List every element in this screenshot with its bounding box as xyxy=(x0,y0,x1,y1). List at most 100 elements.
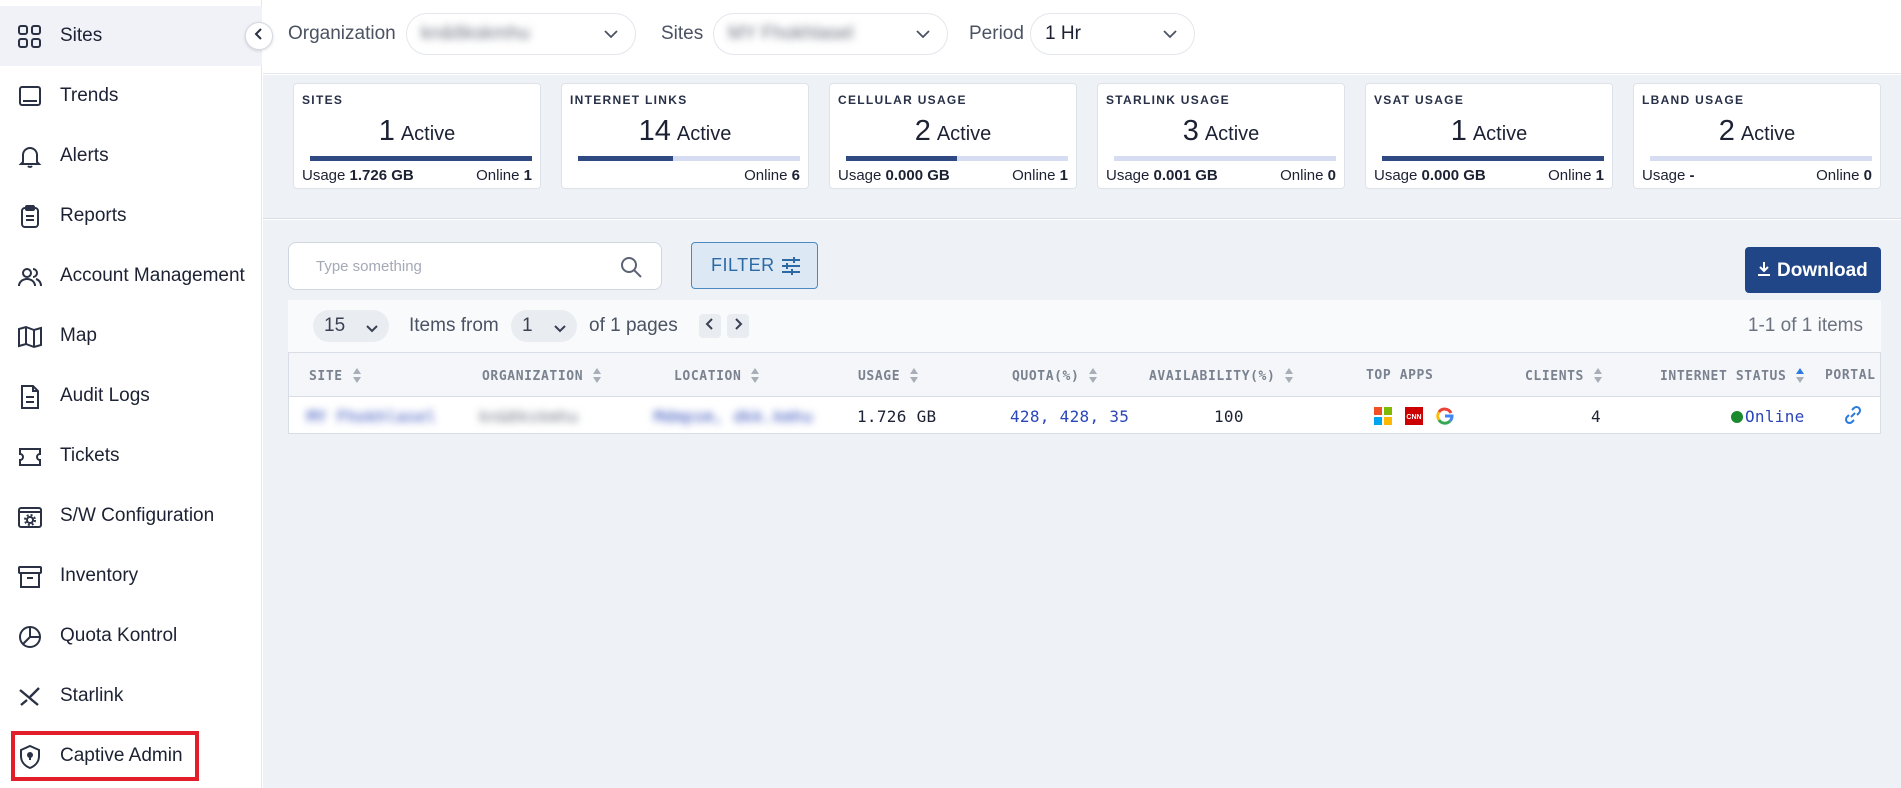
items-range: 1-1 of 1 items xyxy=(1747,315,1863,336)
column-header-quota[interactable]: QUOTA(%) xyxy=(1012,368,1098,384)
period-select[interactable]: 1 Hr xyxy=(1030,13,1195,55)
items-from-label: Items from xyxy=(409,315,499,336)
online-value: 1 xyxy=(523,167,532,184)
card-progress-fill xyxy=(310,156,532,161)
card-usage: Usage 0.000 GB xyxy=(838,167,950,184)
page-select[interactable]: 1 xyxy=(511,310,577,342)
card-unit: Active xyxy=(400,123,456,145)
card-unit: Active xyxy=(676,123,732,145)
column-label: AVAILABILITY(%) xyxy=(1149,368,1276,384)
page-size-select[interactable]: 15 xyxy=(313,310,389,342)
column-header-clients[interactable]: CLIENTS xyxy=(1525,368,1603,384)
card-progress-bar xyxy=(578,156,800,161)
online-value: 0 xyxy=(1863,167,1872,184)
column-header-organization[interactable]: ORGANIZATION xyxy=(482,368,602,384)
card-online: Online 1 xyxy=(1548,167,1604,184)
card-unit: Active xyxy=(1472,123,1528,145)
sidebar-item-sw-configuration[interactable]: S/W Configuration xyxy=(0,486,262,546)
cell-location[interactable]: Mdmpsm, dkk.kmhu xyxy=(654,407,813,426)
next-page-button[interactable] xyxy=(727,314,749,338)
search-input[interactable] xyxy=(290,244,590,288)
prev-page-button[interactable] xyxy=(699,314,721,338)
cell-organization: kn&6kskmhu xyxy=(479,407,579,426)
sidebar-item-label: Reports xyxy=(60,205,127,226)
card-footer: Usage 0.000 GB Online 1 xyxy=(838,167,1068,184)
usage-value: 1.726 GB xyxy=(349,167,414,184)
sidebar-item-label: Account Management xyxy=(60,265,245,286)
download-icon xyxy=(1757,261,1771,283)
of-pages-label: of 1 pages xyxy=(589,315,678,336)
column-header-availability[interactable]: AVAILABILITY(%) xyxy=(1149,368,1294,384)
download-button[interactable]: Download xyxy=(1745,247,1881,293)
chevron-down-icon xyxy=(365,319,379,341)
cell-clients: 4 xyxy=(1591,407,1601,426)
card-starlink-usage[interactable]: STARLINK USAGE 3 Active Usage 0.001 GB On… xyxy=(1097,83,1345,189)
clipboard-icon xyxy=(17,204,43,230)
usage-value: 0.000 GB xyxy=(1421,167,1486,184)
card-usage: Usage 0.000 GB xyxy=(1374,167,1486,184)
table-row[interactable]: MY Fhokhlasel kn&6kskmhu Mdmpsm, dkk.kmh… xyxy=(289,397,1880,434)
column-header-internet-status[interactable]: INTERNET STATUS xyxy=(1660,368,1805,384)
card-lband-usage[interactable]: LBAND USAGE 2 Active Usage - Online 0 xyxy=(1633,83,1881,189)
sidebar-item-sites[interactable]: Sites xyxy=(0,6,262,66)
organization-select[interactable]: kn&6kskmhu xyxy=(406,13,636,55)
card-progress-bar xyxy=(846,156,1068,161)
card-progress-fill xyxy=(578,156,674,161)
card-value: 1 Active xyxy=(294,115,540,148)
sort-icon[interactable] xyxy=(1594,368,1603,384)
sort-icon[interactable] xyxy=(910,368,919,384)
column-header-site[interactable]: SITE xyxy=(309,368,362,384)
card-progress-bar xyxy=(1382,156,1604,161)
pie-chart-icon xyxy=(17,624,43,650)
card-online: Online 1 xyxy=(476,167,532,184)
card-online: Online 6 xyxy=(744,167,800,184)
card-progress-bar xyxy=(310,156,532,161)
card-title: INTERNET LINKS xyxy=(570,93,688,107)
card-vsat-usage[interactable]: VSAT USAGE 1 Active Usage 0.000 GB Online… xyxy=(1365,83,1613,189)
sidebar-item-tickets[interactable]: Tickets xyxy=(0,426,262,486)
sidebar-item-quota-kontrol[interactable]: Quota Kontrol xyxy=(0,606,262,666)
link-icon[interactable] xyxy=(1843,405,1863,425)
chevron-down-icon xyxy=(603,26,619,48)
sites-select[interactable]: MY Fhokhlasel xyxy=(713,13,948,55)
archive-icon xyxy=(17,564,43,590)
sort-icon[interactable] xyxy=(1796,368,1805,384)
sidebar-item-starlink[interactable]: Starlink xyxy=(0,666,262,726)
sort-icon[interactable] xyxy=(1285,368,1294,384)
sort-icon[interactable] xyxy=(1089,368,1098,384)
column-header-usage[interactable]: USAGE xyxy=(858,368,919,384)
sites-label: Sites xyxy=(661,23,704,44)
users-icon xyxy=(17,264,43,290)
column-header-location[interactable]: LOCATION xyxy=(674,368,760,384)
card-footer: Usage 0.001 GB Online 0 xyxy=(1106,167,1336,184)
online-label: Online xyxy=(744,167,788,184)
sidebar-item-inventory[interactable]: Inventory xyxy=(0,546,262,606)
sidebar-item-alerts[interactable]: Alerts xyxy=(0,126,262,186)
table-header: SITE ORGANIZATION LOCATION USAGE QUOTA(%… xyxy=(289,353,1880,397)
card-internet-links[interactable]: INTERNET LINKS 14 Active Online 6 xyxy=(561,83,809,189)
cell-site[interactable]: MY Fhokhlasel xyxy=(307,407,436,426)
status-dot-icon xyxy=(1731,411,1743,423)
sidebar-item-account-management[interactable]: Account Management xyxy=(0,246,262,306)
search-icon[interactable] xyxy=(619,255,643,284)
sidebar-item-trends[interactable]: Trends xyxy=(0,66,262,126)
cell-quota[interactable]: 428, 428, 35 xyxy=(1010,407,1129,426)
sidebar-collapse-button[interactable] xyxy=(245,22,273,50)
sidebar-item-audit-logs[interactable]: Audit Logs xyxy=(0,366,262,426)
card-progress-bar xyxy=(1650,156,1872,161)
card-cellular-usage[interactable]: CELLULAR USAGE 2 Active Usage 0.000 GB On… xyxy=(829,83,1077,189)
card-sites[interactable]: SITES 1 Active Usage 1.726 GB Online 1 xyxy=(293,83,541,189)
sort-icon[interactable] xyxy=(352,368,362,384)
download-button-label: Download xyxy=(1777,260,1868,281)
sidebar-item-reports[interactable]: Reports xyxy=(0,186,262,246)
sidebar-item-map[interactable]: Map xyxy=(0,306,262,366)
pagination-bar: 15 Items from 1 of 1 pages 1-1 of 1 item… xyxy=(288,300,1881,352)
card-unit: Active xyxy=(1204,123,1260,145)
card-footer: Usage 1.726 GB Online 1 xyxy=(302,167,532,184)
sort-icon[interactable] xyxy=(751,368,760,384)
sort-icon[interactable] xyxy=(593,368,602,384)
card-value: 3 Active xyxy=(1098,115,1344,148)
filter-button[interactable]: FILTER xyxy=(691,242,818,289)
column-label: SITE xyxy=(309,368,343,384)
card-footer: Usage - Online 0 xyxy=(1642,167,1872,184)
